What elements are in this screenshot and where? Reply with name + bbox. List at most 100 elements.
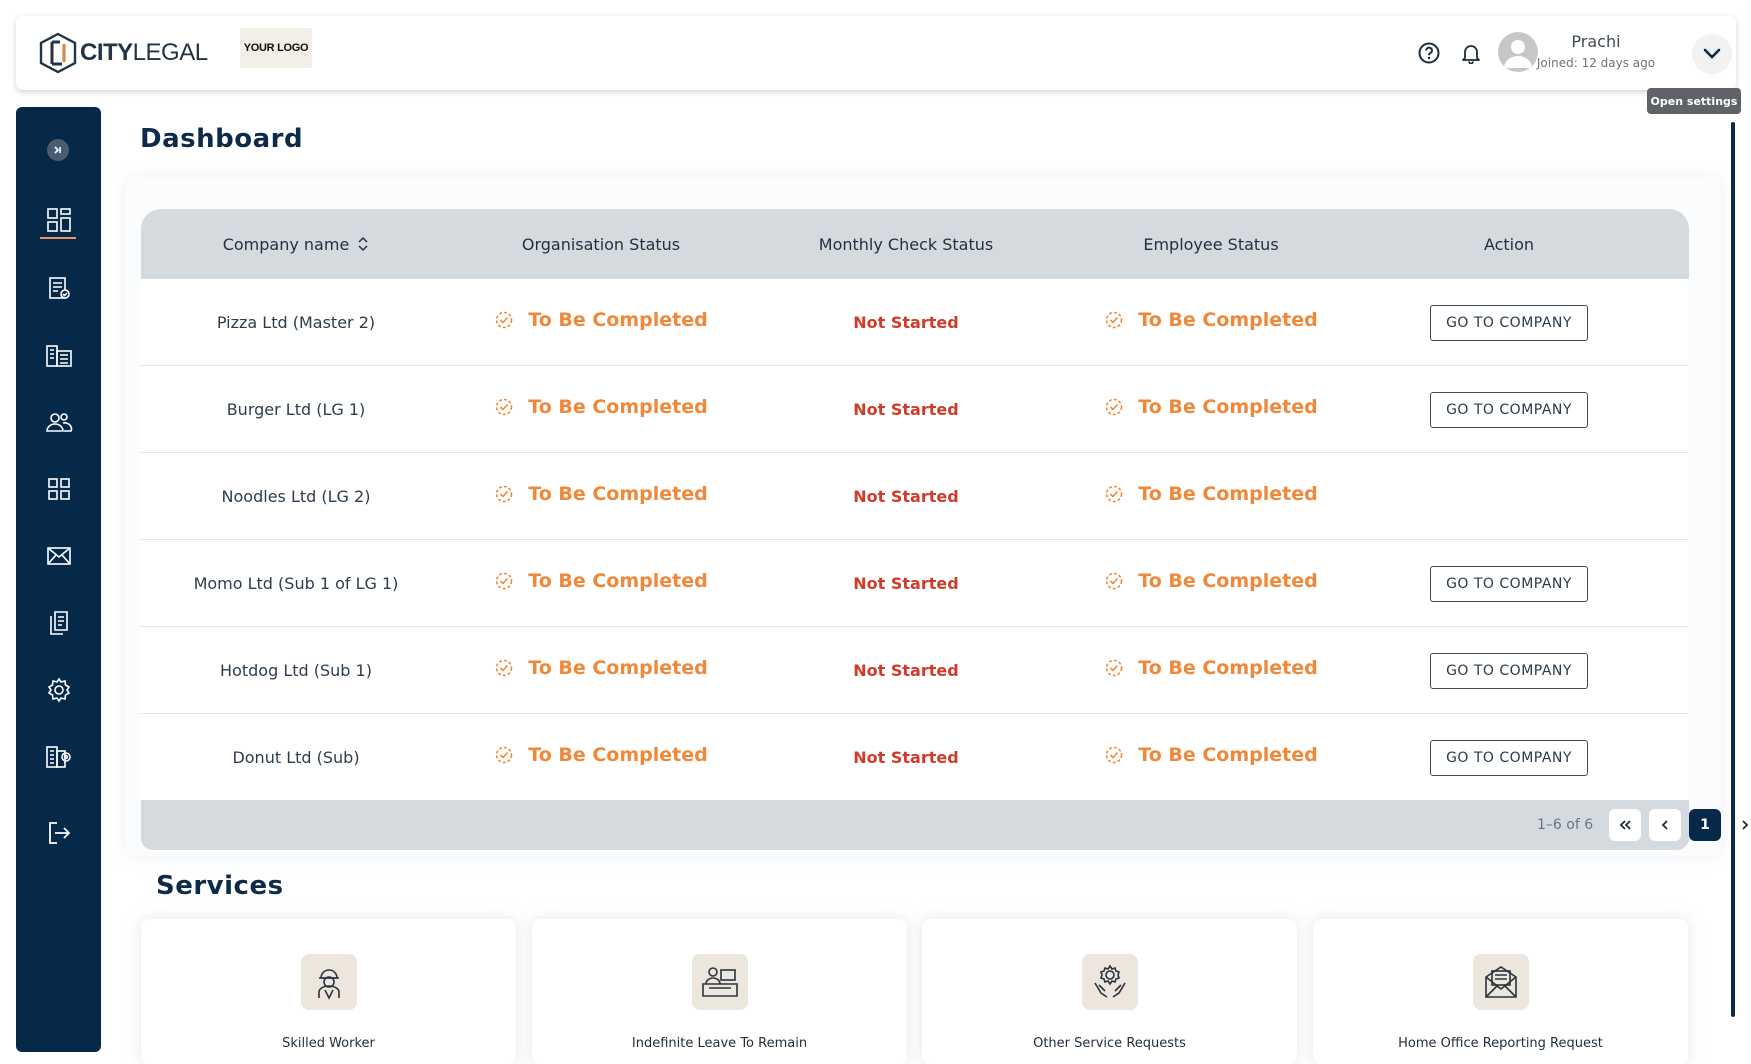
page-button-current[interactable]: 1 bbox=[1689, 809, 1721, 841]
column-header-company-name[interactable]: Company name bbox=[141, 209, 451, 279]
building-settings-icon bbox=[46, 746, 71, 768]
organisation-status-cell: To Be Completed bbox=[451, 279, 751, 366]
pending-check-icon bbox=[495, 485, 513, 502]
monthly-check-status: Not Started bbox=[853, 400, 959, 419]
user-name: Prachi bbox=[1571, 32, 1621, 51]
pending-check-icon bbox=[1105, 746, 1123, 763]
notification-bell-icon[interactable] bbox=[1456, 38, 1486, 68]
desk-icon bbox=[692, 954, 748, 1010]
action-cell: GO TO COMPANY bbox=[1361, 540, 1657, 627]
chevron-down-icon bbox=[1703, 48, 1721, 59]
organisation-status-cell: To Be Completed bbox=[451, 627, 751, 714]
company-name: Hotdog Ltd (Sub 1) bbox=[220, 661, 372, 680]
employee-status: To Be Completed bbox=[1104, 744, 1318, 766]
user-joined-date: Joined: 12 days ago bbox=[1536, 56, 1656, 70]
pending-check-icon bbox=[495, 311, 513, 328]
organisation-status: To Be Completed bbox=[494, 396, 708, 418]
sidebar-active-indicator bbox=[40, 237, 76, 239]
action-cell: GO TO COMPANY bbox=[1361, 627, 1657, 714]
mail-report-icon bbox=[1473, 954, 1529, 1010]
sidebar-item-companies[interactable] bbox=[38, 334, 80, 376]
organisation-status: To Be Completed bbox=[494, 309, 708, 331]
go-to-company-button[interactable]: GO TO COMPANY bbox=[1430, 652, 1588, 689]
citylegal-logo-mark bbox=[39, 32, 77, 74]
first-page-button[interactable] bbox=[1609, 809, 1641, 841]
monthly-check-status: Not Started bbox=[853, 574, 959, 593]
dashboard-icon bbox=[47, 208, 71, 232]
monthly-check-status: Not Started bbox=[853, 313, 959, 332]
monthly-check-status: Not Started bbox=[853, 487, 959, 506]
buildings-icon bbox=[46, 345, 72, 367]
sort-icon[interactable] bbox=[357, 235, 369, 253]
pending-check-icon bbox=[495, 398, 513, 415]
sidebar-item-settings[interactable] bbox=[38, 669, 80, 711]
go-to-company-button[interactable]: GO TO COMPANY bbox=[1430, 304, 1588, 341]
sidebar-item-messages[interactable] bbox=[38, 535, 80, 577]
sidebar-item-documents[interactable] bbox=[38, 602, 80, 644]
pending-check-icon bbox=[495, 572, 513, 589]
sidebar-item-checklist[interactable] bbox=[38, 267, 80, 309]
page-scrollbar[interactable] bbox=[1731, 122, 1735, 1017]
pending-check-icon bbox=[1105, 659, 1123, 676]
previous-page-button[interactable] bbox=[1649, 809, 1681, 841]
help-icon[interactable] bbox=[1414, 38, 1444, 68]
sidebar-item-dashboard[interactable] bbox=[38, 199, 80, 241]
brand-name: CITYLEGAL bbox=[80, 39, 208, 66]
table-row: Donut Ltd (Sub) To Be Completed Not Starte… bbox=[141, 714, 1689, 801]
sidebar-item-apps[interactable] bbox=[38, 468, 80, 510]
organisation-status: To Be Completed bbox=[494, 570, 708, 592]
action-cell: GO TO COMPANY bbox=[1361, 366, 1657, 453]
sidebar-item-company-settings[interactable] bbox=[38, 736, 80, 778]
employee-status-cell: To Be Completed bbox=[1061, 540, 1361, 627]
monthly-check-status: Not Started bbox=[853, 661, 959, 680]
mail-icon bbox=[47, 547, 71, 565]
pending-check-icon bbox=[495, 659, 513, 676]
go-to-company-button[interactable]: GO TO COMPANY bbox=[1430, 391, 1588, 428]
double-chevron-left-icon bbox=[1619, 820, 1631, 830]
organisation-status-cell: To Be Completed bbox=[451, 540, 751, 627]
citylegal-logo[interactable]: CITYLEGAL bbox=[38, 28, 208, 78]
organisation-status-cell: To Be Completed bbox=[451, 453, 751, 540]
table-pagination: 1–6 of 6 1 bbox=[141, 800, 1751, 850]
grid-icon bbox=[48, 478, 70, 500]
client-logo-placeholder: YOUR LOGO bbox=[240, 28, 312, 68]
chevron-left-icon bbox=[1661, 820, 1668, 830]
service-card-home-office-reporting[interactable]: Home Office Reporting Request bbox=[1313, 919, 1688, 1064]
services-title: Services bbox=[156, 871, 284, 901]
company-name: Pizza Ltd (Master 2) bbox=[216, 313, 376, 332]
employee-status: To Be Completed bbox=[1104, 396, 1318, 418]
pending-check-icon bbox=[1105, 572, 1123, 589]
action-cell bbox=[1361, 453, 1657, 540]
column-header-action: Action bbox=[1483, 234, 1535, 254]
pending-check-icon bbox=[495, 746, 513, 763]
service-card-indefinite-leave[interactable]: Indefinite Leave To Remain bbox=[532, 919, 907, 1064]
pending-check-icon bbox=[1105, 485, 1123, 502]
organisation-status: To Be Completed bbox=[494, 744, 708, 766]
employee-status: To Be Completed bbox=[1104, 570, 1318, 592]
sidebar-item-employees[interactable] bbox=[38, 401, 80, 443]
clipboard-check-icon bbox=[49, 277, 70, 299]
sidebar-expand-button[interactable] bbox=[47, 139, 69, 161]
open-settings-button[interactable] bbox=[1692, 34, 1732, 74]
monthly-check-status: Not Started bbox=[853, 748, 959, 767]
service-label: Other Service Requests bbox=[1033, 1036, 1186, 1051]
company-name: Noodles Ltd (LG 2) bbox=[221, 487, 371, 506]
service-label: Indefinite Leave To Remain bbox=[631, 1036, 808, 1051]
employee-status: To Be Completed bbox=[1104, 657, 1318, 679]
service-label: Home Office Reporting Request bbox=[1398, 1036, 1603, 1051]
table-row: Pizza Ltd (Master 2) To Be Completed Not S… bbox=[141, 279, 1689, 366]
service-card-skilled-worker[interactable]: Skilled Worker bbox=[141, 919, 516, 1064]
table-row: Noodles Ltd (LG 2) To Be Completed Not Sta… bbox=[141, 453, 1689, 540]
go-to-company-button[interactable]: GO TO COMPANY bbox=[1430, 565, 1588, 602]
company-name: Burger Ltd (LG 1) bbox=[226, 400, 366, 419]
service-card-other-requests[interactable]: Other Service Requests bbox=[922, 919, 1297, 1064]
go-to-company-button[interactable]: GO TO COMPANY bbox=[1430, 739, 1588, 776]
company-name: Momo Ltd (Sub 1 of LG 1) bbox=[193, 574, 399, 593]
organisation-status-cell: To Be Completed bbox=[451, 366, 751, 453]
column-header-employee-status: Employee Status bbox=[1143, 234, 1279, 254]
organisation-status: To Be Completed bbox=[494, 657, 708, 679]
pending-check-icon bbox=[1105, 311, 1123, 328]
service-label: Skilled Worker bbox=[282, 1036, 375, 1051]
sidebar-item-logout[interactable] bbox=[38, 812, 80, 854]
page-title: Dashboard bbox=[140, 124, 304, 154]
